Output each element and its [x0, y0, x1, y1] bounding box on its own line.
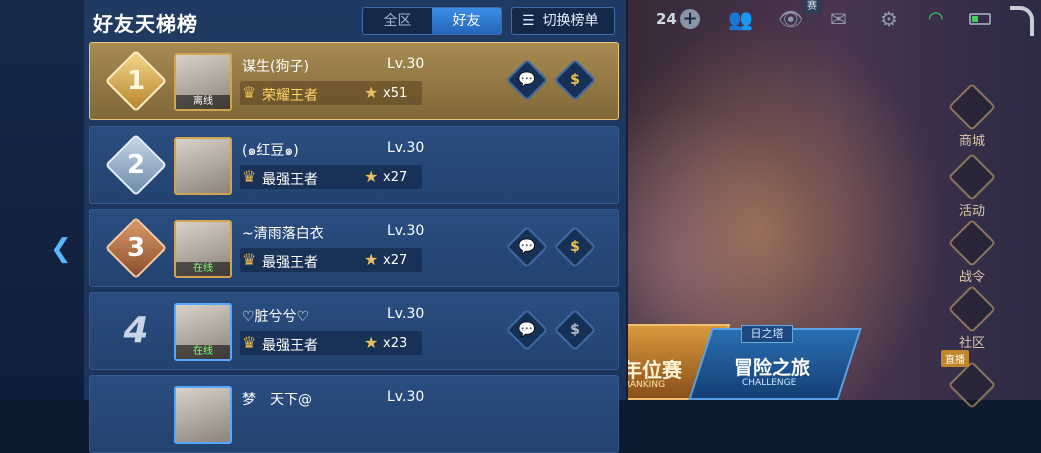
player-tier: 最强王者	[262, 172, 318, 188]
avatar[interactable]	[174, 386, 232, 444]
friends-icon[interactable]: 👥	[728, 8, 753, 30]
tier-icon: ♛	[242, 83, 257, 102]
player-name: 谋生(狗子)	[242, 59, 309, 75]
left-strip	[0, 0, 84, 400]
rank-number: 2	[126, 150, 146, 180]
player-level: Lv.30	[387, 140, 425, 156]
gear-icon[interactable]: ⚙	[880, 8, 898, 30]
avatar[interactable]: 离线	[174, 53, 232, 111]
eye-icon[interactable]: 👁	[778, 8, 803, 30]
online-status: 在线	[176, 262, 230, 276]
event-badge: 赛	[803, 0, 821, 14]
player-name: (๑红豆๑)	[242, 143, 299, 159]
chat-icon: 💬	[518, 322, 536, 338]
online-status: 在线	[176, 345, 230, 359]
resource-count: 24	[656, 10, 677, 28]
chat-icon: 💬	[518, 72, 536, 88]
adventure-sublabel: CHALLENGE	[742, 378, 797, 388]
star-count: x27	[383, 170, 408, 185]
leaderboard-row[interactable]: 2 (๑红豆๑) Lv.30 ♛ 最强王者 ★ x27	[89, 126, 619, 204]
scope-tabs: 全区 好友	[362, 7, 502, 35]
offline-status: 离线	[176, 95, 230, 109]
star-count: x23	[383, 336, 408, 351]
tab-friends[interactable]: 好友	[432, 8, 501, 34]
flag-icon	[947, 218, 997, 268]
tier-icon: ♛	[242, 333, 257, 352]
chat-icon: 💬	[518, 239, 536, 255]
player-level: Lv.30	[387, 306, 425, 322]
star-icon: ★	[364, 333, 379, 352]
live-badge: 直播	[941, 350, 969, 367]
avatar[interactable]: 在线	[174, 220, 232, 278]
leaderboard-row[interactable]: 3 在线 ~清雨落白衣 Lv.30 ♛ 最强王者 ★ x27 💬 $	[89, 209, 619, 287]
player-tier: 荣耀王者	[262, 88, 318, 104]
wifi-icon: ◠	[928, 8, 944, 29]
switch-board-button[interactable]: ☰ 切换榜单	[511, 7, 615, 35]
ranked-match-label: 年位赛	[622, 358, 682, 382]
tier-icon: ♛	[242, 250, 257, 269]
star-count: x27	[383, 253, 408, 268]
player-level: Lv.30	[387, 223, 425, 239]
adventure-label: 冒险之旅	[734, 357, 811, 379]
tier-icon: ♛	[242, 167, 257, 186]
star-icon: ★	[364, 83, 379, 102]
menu-community[interactable]: 社区	[944, 284, 1000, 351]
player-tier: 最强王者	[262, 255, 318, 271]
player-name: ♡脏兮兮♡	[242, 309, 310, 325]
hook-icon[interactable]	[1010, 6, 1034, 36]
player-name: ~清雨落白衣	[242, 226, 324, 242]
menu-trophy[interactable]	[944, 360, 1000, 410]
leaderboard-row[interactable]: 1 离线 谋生(狗子) Lv.30 ♛ 荣耀王者 ★ x51 💬 $	[89, 42, 619, 120]
gift-send-icon: $	[570, 72, 580, 88]
back-arrow-icon[interactable]: ❮	[50, 235, 72, 263]
list-icon: ☰	[522, 13, 535, 29]
ranked-match-sublabel: RANKING	[624, 380, 666, 390]
mail-icon[interactable]: ✉	[830, 8, 847, 30]
avatar[interactable]: 在线	[174, 303, 232, 361]
player-name: 梦 天下@	[242, 392, 312, 408]
gift-send-icon: $	[570, 239, 580, 255]
menu-activity[interactable]: 活动	[944, 152, 1000, 219]
battery-icon	[969, 13, 991, 25]
rank-number: 1	[126, 66, 146, 96]
star-icon: ★	[364, 167, 379, 186]
rank-number: 3	[126, 233, 146, 263]
avatar[interactable]	[174, 137, 232, 195]
star-count: x51	[383, 86, 408, 101]
gift-icon	[947, 152, 997, 202]
leaderboard-row[interactable]: 4 在线 ♡脏兮兮♡ Lv.30 ♛ 最强王者 ★ x23 💬 $	[89, 292, 619, 370]
rank-number: 4	[123, 310, 149, 351]
leaderboard-row[interactable]: 梦 天下@ Lv.30	[89, 375, 619, 453]
gift-send-icon: $	[570, 322, 580, 338]
shop-icon	[947, 82, 997, 132]
community-icon	[947, 284, 997, 334]
star-icon: ★	[364, 250, 379, 269]
player-level: Lv.30	[387, 389, 425, 405]
player-tier: 最强王者	[262, 338, 318, 354]
trophy-icon	[947, 360, 997, 410]
add-resource-button[interactable]: +	[680, 9, 700, 29]
menu-battlepass[interactable]: 战令	[944, 218, 1000, 285]
menu-shop[interactable]: 商城	[944, 82, 1000, 149]
panel-title: 好友天梯榜	[93, 12, 198, 36]
adventure-tag: 日之塔	[741, 325, 793, 343]
player-level: Lv.30	[387, 56, 425, 72]
tab-all-server[interactable]: 全区	[363, 8, 432, 34]
switch-board-label: 切换榜单	[542, 13, 599, 29]
